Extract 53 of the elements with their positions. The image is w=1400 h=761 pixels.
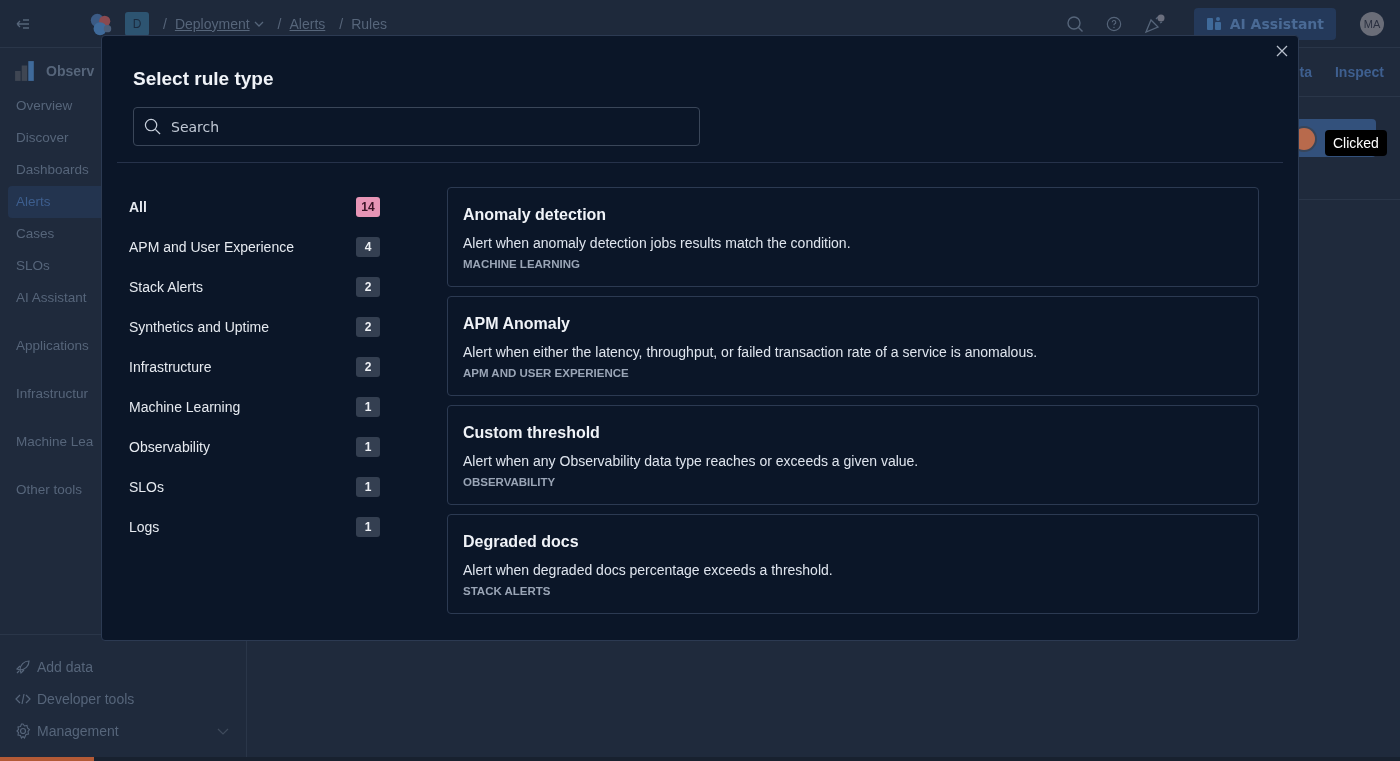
- rule-title: APM Anomaly: [463, 314, 571, 335]
- search-icon: [144, 118, 161, 136]
- rule-category: OBSERVABILITY: [463, 476, 557, 489]
- page-tab[interactable]: Inspect: [1335, 64, 1384, 96]
- rule-title: Custom threshold: [463, 423, 601, 444]
- breadcrumb-separator: /: [339, 15, 344, 32]
- app-title: Observ: [46, 63, 95, 79]
- nav-item[interactable]: Management: [0, 715, 246, 747]
- breadcrumb-link[interactable]: Deployment: [174, 15, 250, 32]
- category-item[interactable]: Infrastructure 2: [129, 347, 380, 388]
- breadcrumb-separator: /: [163, 15, 167, 32]
- category-item[interactable]: Stack Alerts 2: [129, 267, 380, 308]
- help-icon[interactable]: [1105, 15, 1122, 32]
- category-item[interactable]: APM and User Experience 4: [129, 227, 380, 268]
- bar-chart-icon: [14, 60, 36, 82]
- gear-icon: [15, 723, 31, 739]
- ai-assistant-icon: [1205, 15, 1222, 32]
- category-item[interactable]: All 14: [129, 187, 380, 228]
- category-item[interactable]: Observability 1: [129, 427, 380, 468]
- search-field[interactable]: Search: [133, 107, 700, 147]
- nav-item[interactable]: Add data: [0, 651, 246, 683]
- tooltip: Clicked: [1325, 130, 1387, 156]
- modal-title: Select rule type: [133, 67, 274, 91]
- category-item[interactable]: SLOs 1: [129, 467, 380, 508]
- rule-card[interactable]: Anomaly detection Alert when anomaly detection jobs results match the condition. MACHINE LEARNING: [447, 187, 1259, 288]
- code-icon: [15, 691, 31, 707]
- rule-title: Degraded docs: [463, 532, 580, 553]
- party-popper-icon[interactable]: [1143, 13, 1166, 34]
- rule-description: Alert when degraded docs percentage exceeds a threshold.: [463, 561, 834, 581]
- breadcrumb-link[interactable]: Rules: [351, 15, 387, 32]
- rule-card[interactable]: Degraded docs Alert when degraded docs percentage exceeds a threshold. STACK ALERTS: [447, 514, 1259, 615]
- breadcrumb-link[interactable]: Alerts: [289, 15, 326, 32]
- search-icon[interactable]: [1065, 14, 1084, 33]
- category-item[interactable]: Logs 1: [129, 507, 380, 548]
- rule-description: Alert when either the latency, throughput, or failed transaction rate of a service is anomalous.: [463, 343, 1039, 363]
- rule-category: STACK ALERTS: [463, 585, 552, 598]
- rule-card[interactable]: APM Anomaly Alert when either the latency, throughput, or failed transaction rate of a service is anomalous. APM AND USER EXPERIENCE: [447, 296, 1259, 397]
- user-avatar[interactable]: MA: [1360, 11, 1384, 36]
- rule-category: APM AND USER EXPERIENCE: [463, 367, 630, 380]
- nav-item[interactable]: Developer tools: [0, 683, 246, 715]
- rule-category: MACHINE LEARNING: [463, 258, 581, 271]
- page-tab[interactable]: ta: [1299, 64, 1312, 96]
- category-item[interactable]: Synthetics and Uptime 2: [129, 307, 380, 348]
- rule-card[interactable]: Custom threshold Alert when any Observability data type reaches or exceeds a given value. OBSERVABILITY: [447, 405, 1259, 506]
- ai-assistant-button[interactable]: AI Assistant: [1193, 7, 1336, 40]
- breadcrumb-separator: /: [277, 15, 282, 32]
- category-item[interactable]: Machine Learning 1: [129, 387, 380, 428]
- rule-title: Anomaly detection: [463, 205, 608, 226]
- close-icon[interactable]: [1276, 45, 1288, 57]
- search-input[interactable]: Search: [169, 117, 689, 136]
- rule-description: Alert when any Observability data type reaches or exceeds a given value.: [463, 452, 920, 472]
- rocket-icon: [15, 659, 31, 675]
- rule-description: Alert when anomaly detection jobs results match the condition.: [463, 234, 852, 254]
